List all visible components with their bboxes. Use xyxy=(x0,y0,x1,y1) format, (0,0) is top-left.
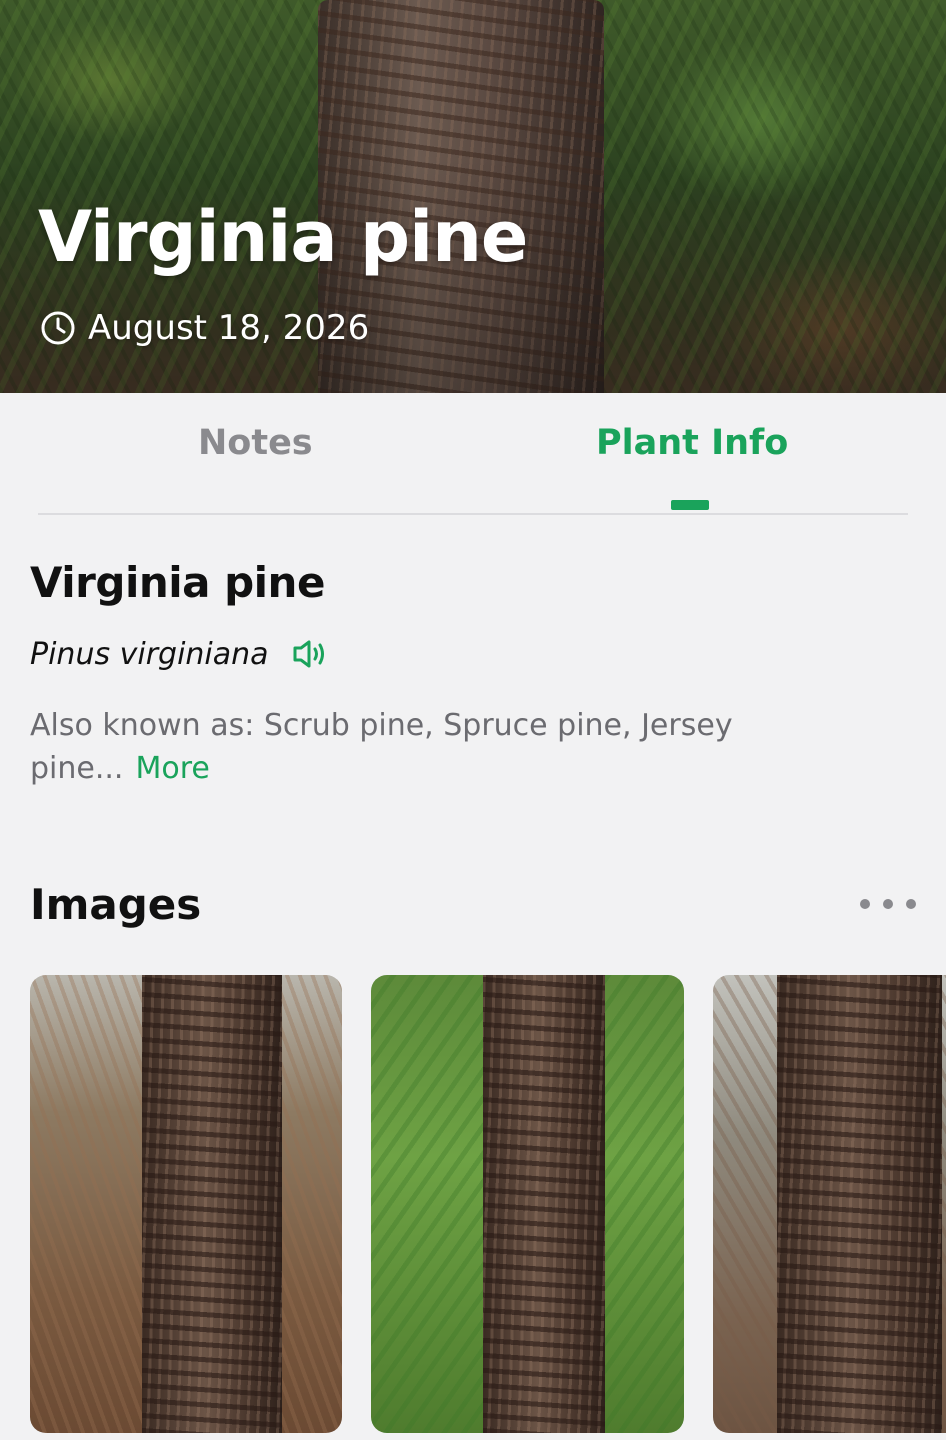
clock-icon xyxy=(41,311,75,345)
scientific-name: Pinus virginiana xyxy=(30,636,269,672)
menu-dot xyxy=(906,899,916,909)
plant-common-name: Virginia pine xyxy=(30,558,325,607)
tab-notes[interactable]: Notes xyxy=(198,423,313,463)
thumbnail-2[interactable] xyxy=(371,975,684,1433)
more-link[interactable]: More xyxy=(135,751,209,786)
thumbnail-trunk xyxy=(483,975,605,1433)
thumbnail-trunk xyxy=(142,975,282,1433)
observation-date: August 18, 2026 xyxy=(40,308,369,348)
scientific-name-row: Pinus virginiana xyxy=(30,636,329,672)
date-text: August 18, 2026 xyxy=(88,308,370,348)
tab-bar: Notes Plant Info xyxy=(38,393,908,515)
speaker-icon[interactable] xyxy=(289,636,329,672)
tab-plant-info[interactable]: Plant Info xyxy=(596,423,788,463)
more-options-icon[interactable] xyxy=(860,894,916,914)
thumbnail-1[interactable] xyxy=(30,975,342,1433)
also-known-as: Also known as: Scrub pine, Spruce pine, … xyxy=(30,704,890,790)
active-tab-indicator xyxy=(671,500,709,510)
hero-title: Virginia pine xyxy=(38,196,528,278)
thumbnail-3[interactable] xyxy=(713,975,946,1433)
images-section-title: Images xyxy=(30,880,202,929)
menu-dot xyxy=(883,899,893,909)
menu-dot xyxy=(860,899,870,909)
hero-image: Virginia pine August 18, 2026 xyxy=(0,0,946,393)
thumbnail-trunk xyxy=(777,975,942,1433)
